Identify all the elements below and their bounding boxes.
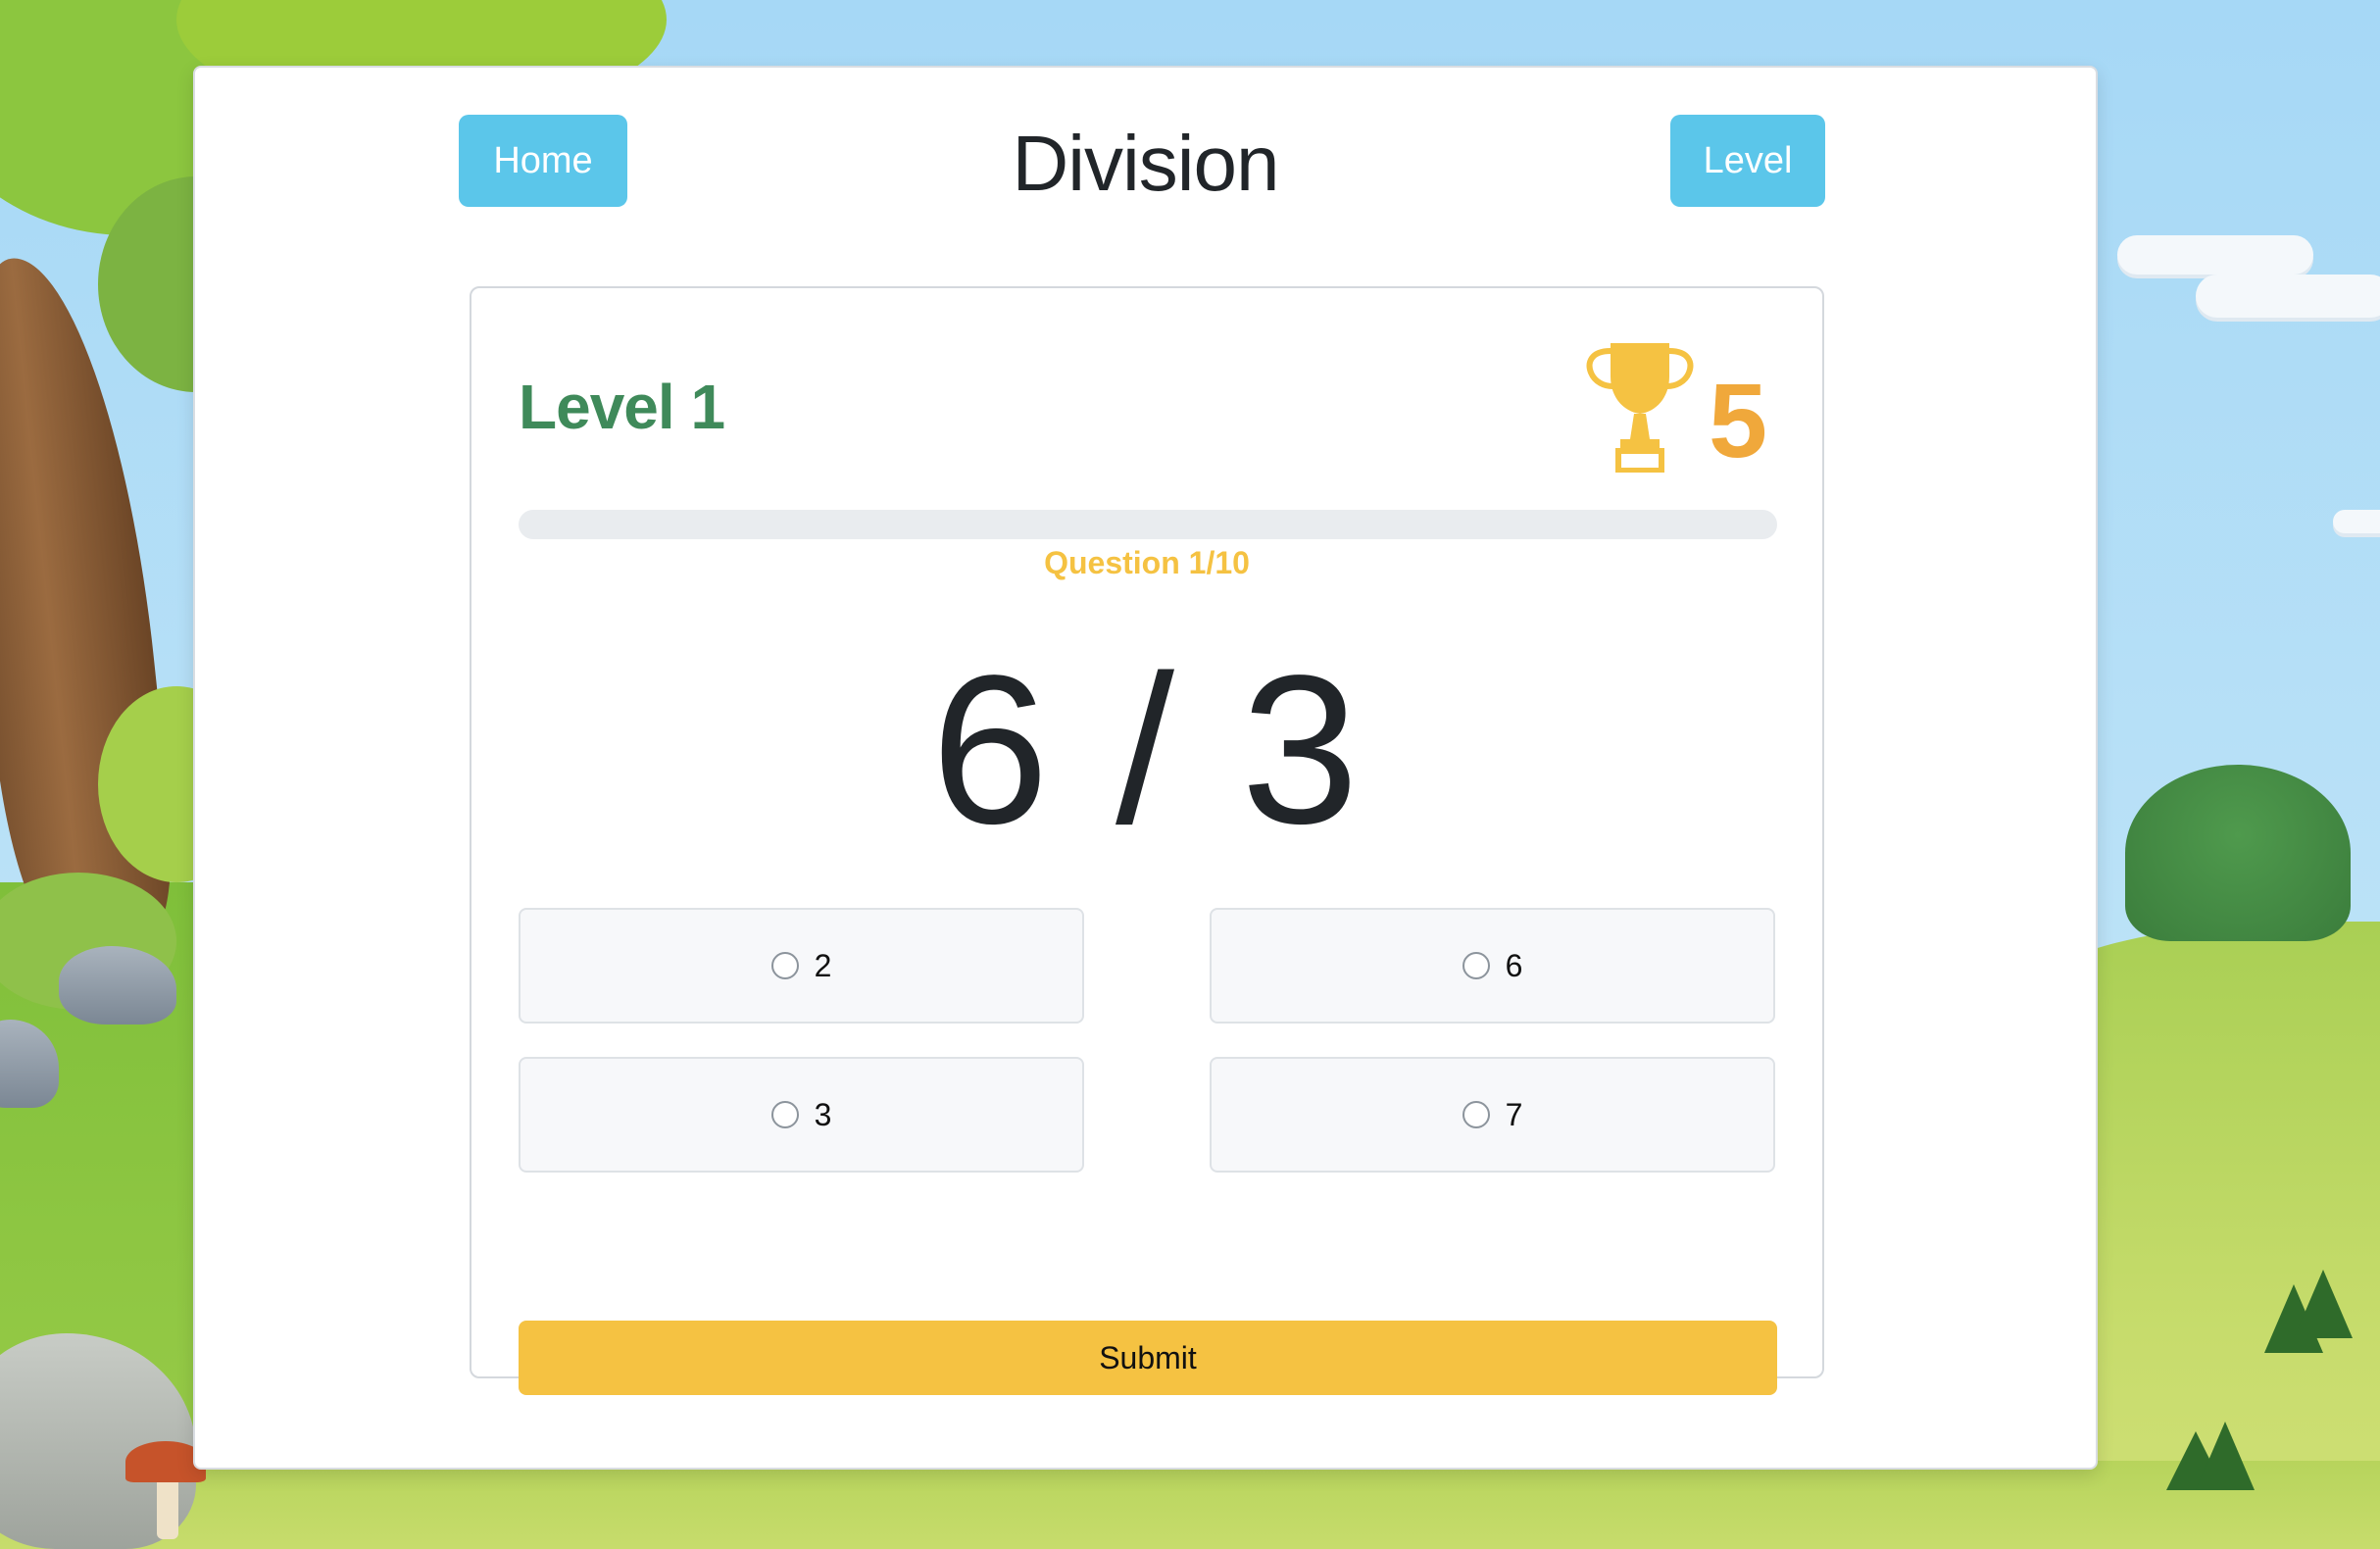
grass-tuft — [2294, 1270, 2353, 1338]
radio-button[interactable] — [770, 952, 799, 979]
level-label: Level 1 — [519, 372, 725, 442]
submit-button[interactable]: Submit — [519, 1321, 1777, 1395]
main-panel: Home Division Level Level 1 5 Question 1… — [193, 66, 2098, 1470]
cloud — [2117, 235, 2313, 275]
level-button[interactable]: Level — [1670, 115, 1825, 207]
grass-tuft — [2196, 1422, 2255, 1490]
division-problem: 6 / 3 — [930, 630, 1364, 868]
answer-option-label: 7 — [1505, 1096, 1523, 1132]
answer-option[interactable]: 2 — [519, 908, 1084, 1024]
answer-option[interactable]: 7 — [1210, 1057, 1775, 1173]
answer-option[interactable]: 6 — [1210, 908, 1775, 1024]
ground-bottom — [0, 1461, 2380, 1549]
score-value: 5 — [1709, 361, 1768, 479]
cloud — [2333, 510, 2380, 533]
question-counter: Question 1/10 — [1044, 545, 1250, 580]
bush-right — [2125, 765, 2351, 941]
radio-button[interactable] — [770, 1101, 799, 1128]
trophy-icon — [1586, 343, 1694, 473]
answer-option-label: 6 — [1505, 947, 1523, 983]
quiz-card: Level 1 5 Question 1/10 6 / 3 2 6 3 7 Su… — [470, 286, 1824, 1395]
answer-option-label: 2 — [814, 947, 832, 983]
radio-button[interactable] — [1462, 1101, 1490, 1128]
answer-option-label: 3 — [814, 1096, 832, 1132]
progress-bar — [519, 510, 1777, 539]
cloud — [2196, 275, 2380, 318]
answer-option[interactable]: 3 — [519, 1057, 1084, 1173]
radio-button[interactable] — [1462, 952, 1490, 979]
